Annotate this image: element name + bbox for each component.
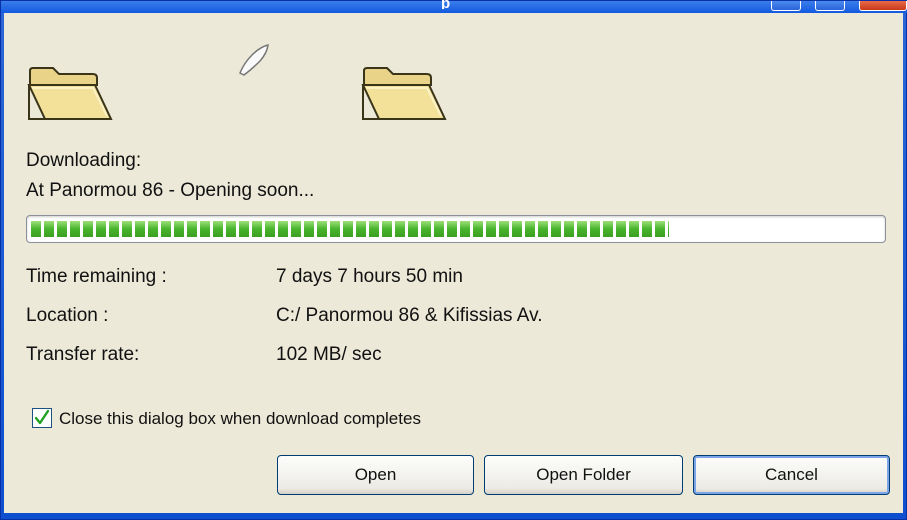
- download-progress-bar: [26, 215, 886, 243]
- progress-segment: [31, 221, 41, 237]
- progress-segment: [486, 221, 496, 237]
- progress-segment: [96, 221, 106, 237]
- progress-segment: [317, 221, 327, 237]
- progress-segment: [525, 221, 535, 237]
- download-status-label: Downloading:: [26, 150, 142, 171]
- close-on-complete-checkbox[interactable]: [32, 408, 52, 428]
- progress-segment: [57, 221, 67, 237]
- maximize-icon[interactable]: [815, 1, 845, 11]
- progress-segment: [44, 221, 54, 237]
- progress-segment: [447, 221, 457, 237]
- progress-segment: [174, 221, 184, 237]
- title-bar[interactable]: p: [1, 0, 907, 13]
- progress-segment: [330, 221, 340, 237]
- progress-segment: [395, 221, 405, 237]
- progress-segment: [83, 221, 93, 237]
- progress-segment: [460, 221, 470, 237]
- progress-segment: [187, 221, 197, 237]
- progress-segment: [382, 221, 392, 237]
- progress-segment: [122, 221, 132, 237]
- cancel-button[interactable]: Cancel: [693, 455, 890, 495]
- folder-icon: [361, 67, 447, 120]
- progress-segment: [564, 221, 574, 237]
- location-value: C:/ Panormou 86 & Kifissias Av.: [276, 305, 543, 326]
- download-item-name: At Panormou 86 - Opening soon...: [26, 180, 315, 201]
- folder-icon: [27, 67, 113, 120]
- progress-segment: [291, 221, 301, 237]
- progress-segment: [343, 221, 353, 237]
- progress-segment: [603, 221, 613, 237]
- progress-segment: [109, 221, 119, 237]
- transfer-rate-value: 102 MB/ sec: [276, 344, 382, 365]
- open-button[interactable]: Open: [277, 455, 474, 495]
- progress-segment: [473, 221, 483, 237]
- progress-segment: [421, 221, 431, 237]
- close-on-complete-label: Close this dialog box when download comp…: [59, 409, 421, 428]
- checkmark-icon: [34, 409, 50, 425]
- progress-segment: [356, 221, 366, 237]
- transfer-rate-label: Transfer rate:: [26, 344, 140, 365]
- open-folder-button[interactable]: Open Folder: [484, 455, 683, 495]
- document-icon: [239, 44, 269, 76]
- progress-segment: [499, 221, 509, 237]
- progress-segment: [642, 221, 652, 237]
- progress-segment: [200, 221, 210, 237]
- progress-segment: [278, 221, 288, 237]
- progress-segment: [70, 221, 80, 237]
- progress-segment: [408, 221, 418, 237]
- close-icon[interactable]: [859, 1, 907, 11]
- progress-segment: [551, 221, 561, 237]
- progress-segment: [629, 221, 639, 237]
- location-label: Location :: [26, 305, 109, 326]
- progress-segment: [161, 221, 171, 237]
- progress-segment: [304, 221, 314, 237]
- progress-segment: [135, 221, 145, 237]
- progress-segment: [213, 221, 223, 237]
- progress-segment: [265, 221, 275, 237]
- progress-segment: [577, 221, 587, 237]
- progress-segment: [512, 221, 522, 237]
- progress-segment: [239, 221, 249, 237]
- progress-segment: [538, 221, 548, 237]
- progress-segment: [655, 221, 665, 237]
- progress-segment: [226, 221, 236, 237]
- progress-segment: [434, 221, 444, 237]
- progress-segment: [252, 221, 262, 237]
- progress-segment: [148, 221, 158, 237]
- progress-segment: [668, 221, 669, 237]
- dialog-body: Downloading: At Panormou 86 - Opening so…: [4, 13, 903, 513]
- minimize-icon[interactable]: [771, 1, 801, 11]
- progress-segment: [590, 221, 600, 237]
- progress-bar-fill: [31, 221, 669, 237]
- download-dialog-window: p Downloading: At Panormou 86 - Opening …: [0, 0, 907, 520]
- time-remaining-value: 7 days 7 hours 50 min: [276, 266, 463, 287]
- progress-segment: [369, 221, 379, 237]
- progress-segment: [616, 221, 626, 237]
- time-remaining-label: Time remaining :: [26, 266, 167, 287]
- window-title: p: [441, 0, 451, 9]
